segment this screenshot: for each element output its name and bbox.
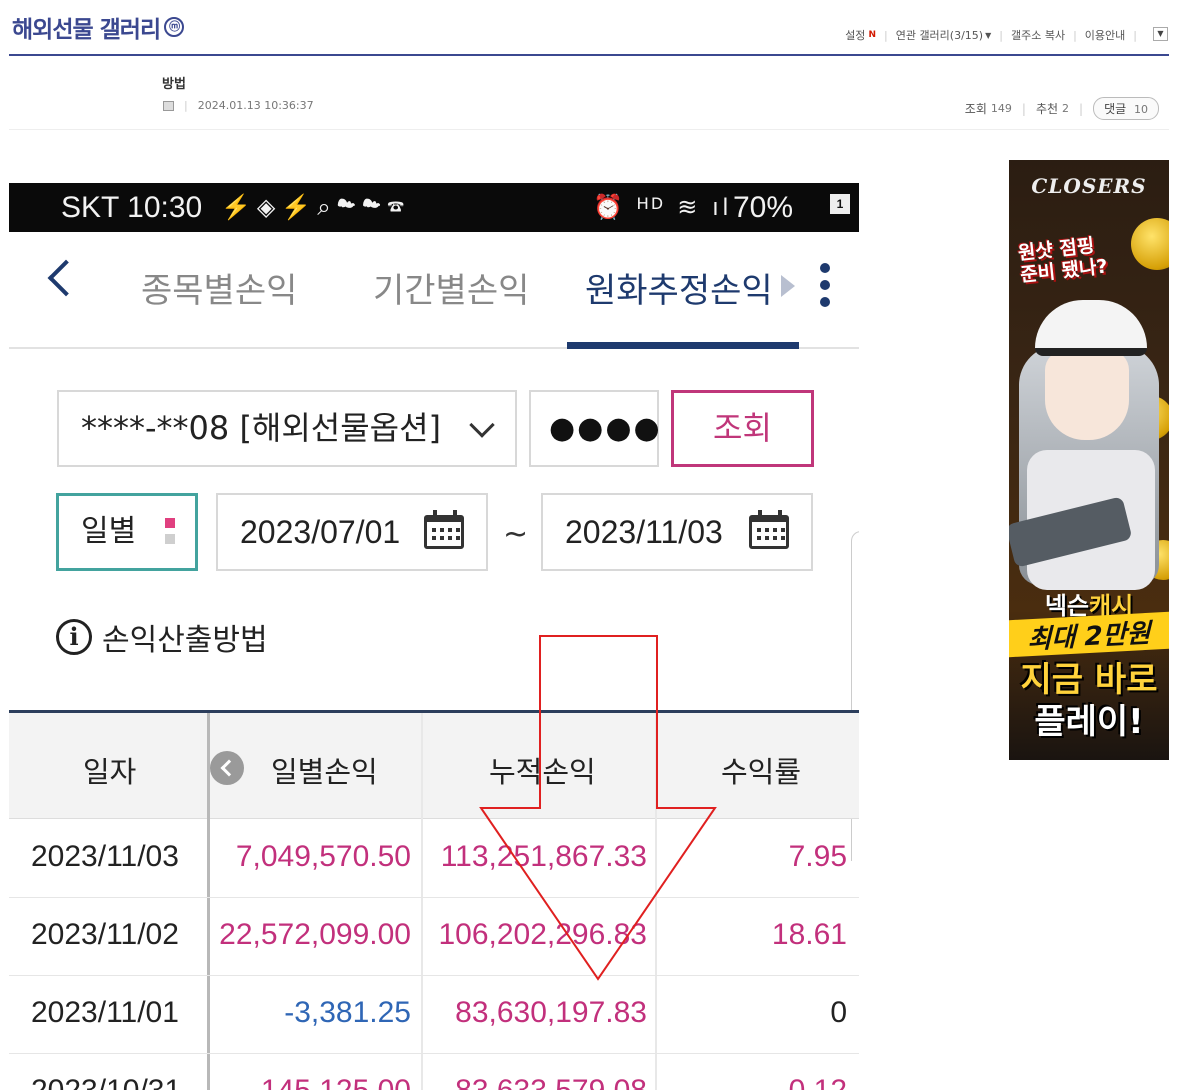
gallery-title[interactable]: 해외선물 갤러리 ⓜ xyxy=(12,10,185,44)
fixed-nick-icon xyxy=(163,100,174,111)
ad-cta-line2: 플레이! xyxy=(1034,702,1144,742)
calendar-icon[interactable] xyxy=(749,510,789,549)
more-menu-icon[interactable] xyxy=(820,263,832,314)
coin-icon xyxy=(1131,218,1169,270)
cell-daily-pnl: 145,125.00 xyxy=(261,1074,411,1090)
recommend-count: 2 xyxy=(1062,102,1070,115)
minor-gallery-badge: ⓜ xyxy=(164,17,185,37)
comments-label: 댓글 xyxy=(1104,102,1127,116)
tab-krw-estimated-pnl[interactable]: 원화추정손익 xyxy=(585,263,773,312)
tab-period-pnl[interactable]: 기간별손익 xyxy=(373,263,529,312)
divider: | xyxy=(1021,101,1026,116)
settings-link[interactable]: 설정 xyxy=(845,27,865,43)
cell-return-rate: 0.12 xyxy=(789,1074,847,1090)
start-date-field[interactable]: 2023/07/01 xyxy=(216,493,488,571)
carrier-time: SKT 10:30 xyxy=(61,191,203,224)
comments-count: 10 xyxy=(1134,103,1148,116)
caret-down-icon[interactable]: ▼ xyxy=(985,31,991,40)
status-bar: SKT 10:30 ⚡◈⚡⌕☁☁☎ ⏰ ᴴᴰ ≋ ıl 70% 1 xyxy=(9,183,859,232)
new-indicator: N xyxy=(868,30,876,40)
header-daily-pnl: 일별손익 xyxy=(271,755,378,789)
views-count: 149 xyxy=(990,102,1012,115)
end-date-value: 2023/11/03 xyxy=(565,514,723,550)
dropdown-toggle-icon[interactable]: ▼ xyxy=(1153,27,1168,41)
start-date-value: 2023/07/01 xyxy=(240,514,401,550)
comments-button[interactable]: 댓글 10 xyxy=(1093,97,1159,120)
ad-max-amount: 최대 2만원 xyxy=(1009,611,1169,658)
cell-date: 2023/11/01 xyxy=(31,996,179,1029)
account-select[interactable]: ****-**08 [해외선물옵션] xyxy=(57,390,517,467)
back-arrow-icon[interactable] xyxy=(47,259,85,297)
gallery-top-links: 설정 N | 연관 갤러리(3/15) ▼ | 갤주소 복사 | 이용안내 | xyxy=(845,27,1145,43)
chevron-down-icon xyxy=(469,412,495,438)
notification-icons: ⚡◈⚡⌕☁☁☎ xyxy=(221,194,411,221)
account-value: ****-**08 [해외선물옵션] xyxy=(81,409,442,447)
post-title: 방법 xyxy=(162,77,186,92)
date-range-separator: ~ xyxy=(503,517,529,552)
cell-daily-pnl: 7,049,570.50 xyxy=(235,840,411,873)
query-button[interactable]: 조회 xyxy=(671,390,814,467)
character-face xyxy=(1045,350,1129,440)
tab-scroll-right-icon[interactable] xyxy=(781,275,795,297)
post-image-phone-screenshot: SKT 10:30 ⚡◈⚡⌕☁☁☎ ⏰ ᴴᴰ ≋ ıl 70% 1 종목별손익 … xyxy=(9,183,859,1090)
cell-date: 2023/10/31 xyxy=(31,1074,181,1090)
cell-date: 2023/11/02 xyxy=(31,918,179,951)
table-row: 2023/11/01 -3,381.25 83,630,197.83 0 xyxy=(9,976,859,1054)
cell-return-rate: 7.95 xyxy=(788,840,847,873)
copy-address-link[interactable]: 갤주소 복사 xyxy=(1011,27,1065,43)
notification-count-badge: 1 xyxy=(830,194,850,214)
cell-cumulative-pnl: 83,630,197.83 xyxy=(455,996,647,1029)
post-divider xyxy=(9,129,1169,130)
selector-dots-icon xyxy=(165,518,175,550)
header-date: 일자 xyxy=(83,755,137,789)
character-hat xyxy=(1035,300,1147,356)
divider: | xyxy=(999,28,1003,42)
divider: | xyxy=(883,28,888,42)
pnl-method-label: 손익산출방법 xyxy=(102,623,268,658)
period-type-select[interactable]: 일별 xyxy=(56,493,198,571)
table-row: 2023/11/03 7,049,570.50 113,251,867.33 7… xyxy=(9,820,859,898)
cell-date: 2023/11/03 xyxy=(31,840,179,873)
password-field[interactable]: ●●●● xyxy=(529,390,660,467)
table-row: 2023/10/31 145,125.00 83,633,579.08 0.12 xyxy=(9,1054,859,1090)
period-type-value: 일별 xyxy=(81,514,137,549)
gallery-title-text: 해외선물 갤러리 xyxy=(12,17,161,43)
cell-daily-pnl: -3,381.25 xyxy=(284,996,411,1029)
scroll-left-icon[interactable] xyxy=(210,751,244,785)
ad-logo: CLOSERS xyxy=(1031,174,1147,198)
related-gallery-link[interactable]: 연관 갤러리(3/15) xyxy=(896,27,983,43)
post-meta: | 2024.01.13 10:36:37 xyxy=(163,99,314,112)
post-datetime: 2024.01.13 10:36:37 xyxy=(197,99,314,112)
recommend-label: 추천 xyxy=(1035,102,1059,116)
pnl-method-link[interactable]: i 손익산출방법 xyxy=(56,615,268,659)
cell-cumulative-pnl: 83,633,579.08 xyxy=(455,1074,647,1090)
cell-daily-pnl: 22,572,099.00 xyxy=(219,918,411,951)
ad-tagline: 원샷 점핑 준비 됐나? xyxy=(1017,234,1109,287)
table-header-row: 일자 일별손익 누적손익 수익률 xyxy=(9,713,859,819)
battery-level: 70% xyxy=(733,191,794,224)
info-icon: i xyxy=(56,619,92,655)
divider: | xyxy=(1073,28,1077,42)
header-return-rate: 수익률 xyxy=(721,755,802,789)
tab-item-pnl[interactable]: 종목별손익 xyxy=(141,263,297,312)
divider: | xyxy=(1133,28,1137,42)
system-status-icons: ⏰ ᴴᴰ ≋ ıl xyxy=(593,194,733,221)
end-date-field[interactable]: 2023/11/03 xyxy=(541,493,813,571)
calendar-icon[interactable] xyxy=(424,510,464,549)
red-down-arrow-annotation xyxy=(479,635,717,981)
divider: | xyxy=(184,99,188,112)
table-row: 2023/11/02 22,572,099.00 106,202,296.83 … xyxy=(9,898,859,976)
cell-return-rate: 0 xyxy=(830,996,847,1029)
cell-return-rate: 18.61 xyxy=(771,918,847,951)
active-tab-indicator xyxy=(567,342,799,349)
header-divider xyxy=(9,54,1169,56)
post-stats: 조회 149 | 추천 2 | 댓글 10 xyxy=(965,97,1159,120)
guide-link[interactable]: 이용안내 xyxy=(1085,27,1125,43)
divider: | xyxy=(1079,101,1084,116)
ad-banner[interactable]: CLOSERS 원샷 점핑 준비 됐나? 넥슨캐시 최대 2만원 지금 바로 플… xyxy=(1009,160,1169,760)
views-label: 조회 xyxy=(964,102,987,116)
